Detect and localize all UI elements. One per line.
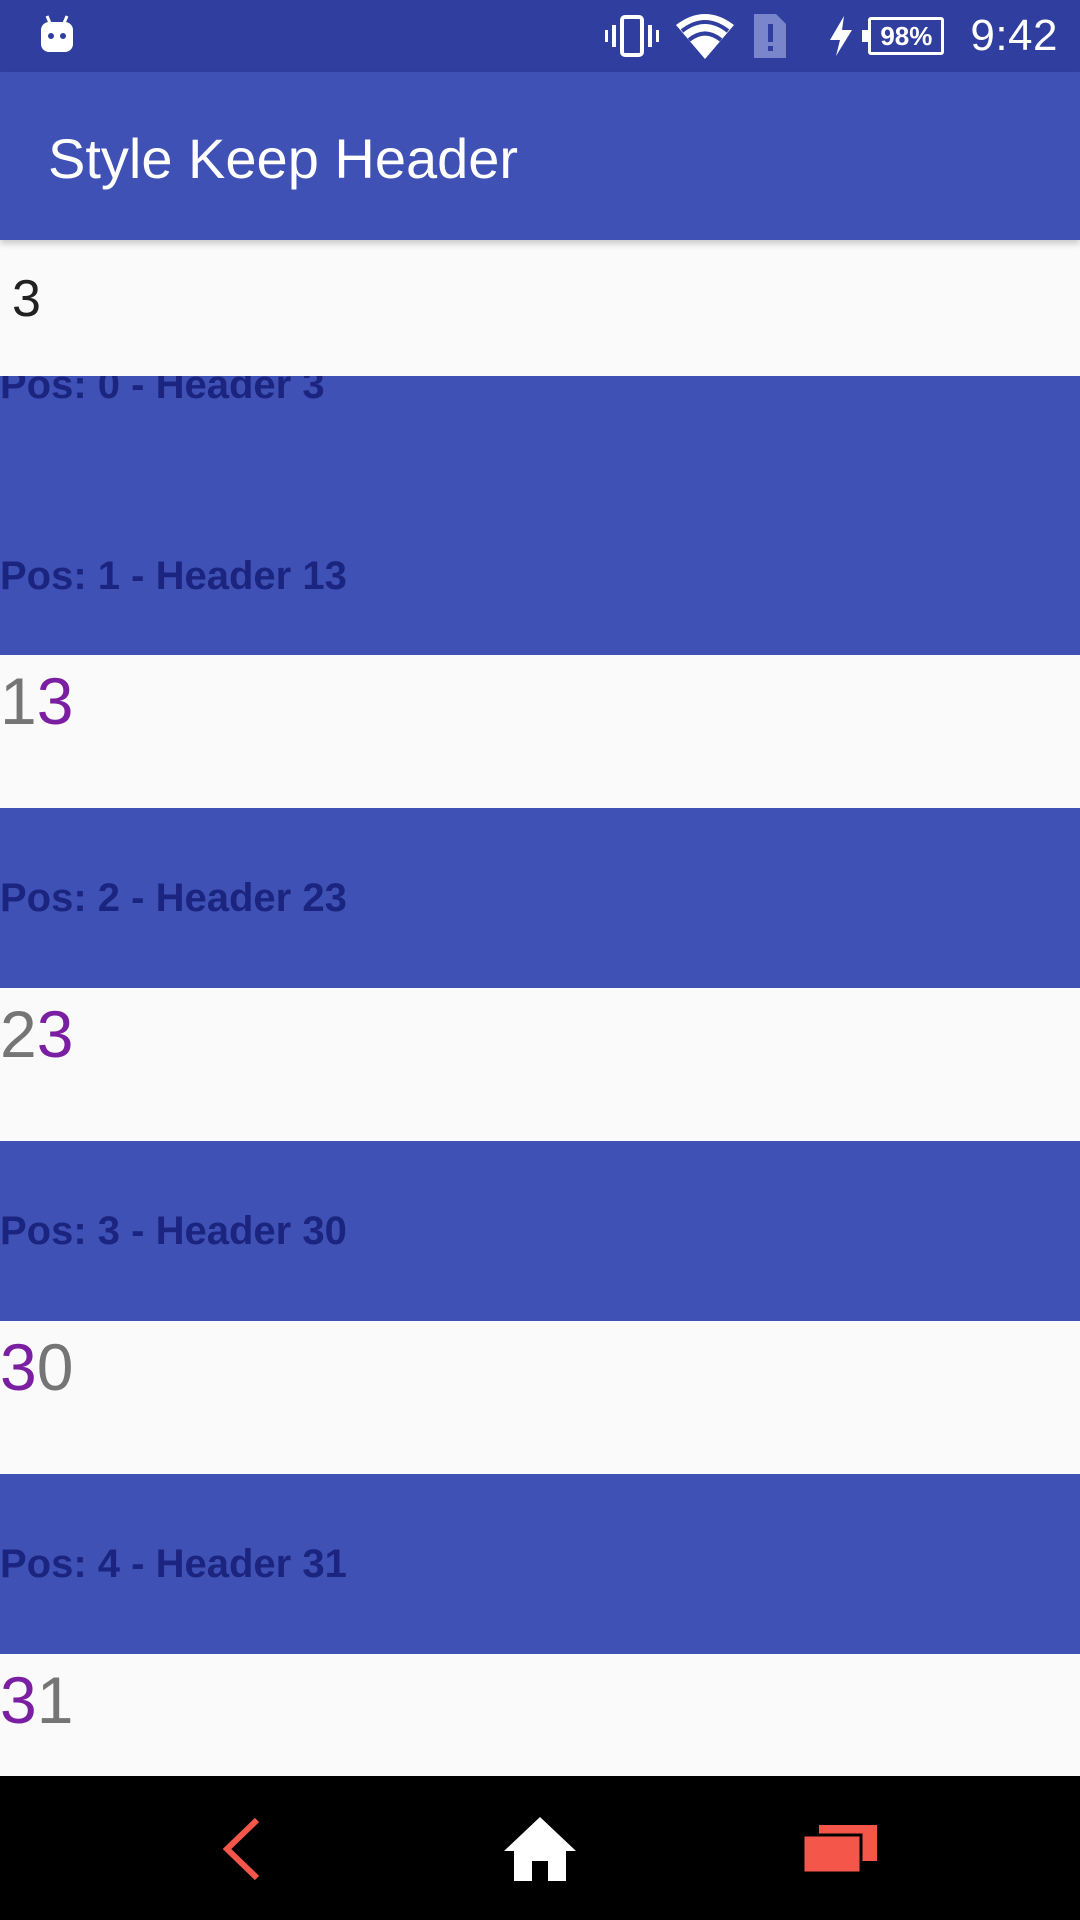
header-label: Pos: 2 - Header 23 (0, 876, 347, 920)
recents-icon (801, 1823, 879, 1880)
recents-button[interactable] (800, 1816, 880, 1886)
item-text: 13 (0, 664, 74, 738)
clock: 9:42 (970, 11, 1058, 60)
header-label: Pos: 1 - Header 13 (0, 554, 347, 598)
header-label: Pos: 3 - Header 30 (0, 1209, 347, 1253)
list-item[interactable]: 23 (0, 988, 1080, 1140)
battery-icon: 98% (862, 17, 945, 55)
back-icon (217, 1816, 267, 1887)
home-button[interactable] (500, 1816, 580, 1886)
item-text: 30 (0, 1330, 74, 1404)
app-bar: Style Keep Header (0, 72, 1080, 240)
list-header[interactable]: Pos: 4 - Header 31 (0, 1474, 1080, 1654)
home-icon (502, 1815, 578, 1888)
list-item[interactable]: 31 (0, 1654, 1080, 1776)
list-item[interactable]: 13 (0, 655, 1080, 807)
list-header[interactable]: Pos: 3 - Header 30 (0, 1141, 1080, 1321)
item-text: 23 (0, 997, 74, 1071)
list-header[interactable]: Pos: 2 - Header 23 (0, 808, 1080, 988)
match-highlight: 3 (0, 1663, 37, 1737)
back-button[interactable] (202, 1816, 282, 1886)
page-title: Style Keep Header (48, 127, 519, 190)
battery-level: 98% (880, 20, 933, 51)
list-item[interactable]: 30 (0, 1321, 1080, 1473)
navigation-bar (0, 1776, 1080, 1920)
sim-alert-icon (750, 10, 790, 62)
match-highlight: 3 (36, 664, 74, 738)
match-highlight: 3 (0, 1330, 37, 1404)
header-label: Pos: 4 - Header 31 (0, 1542, 347, 1586)
header-list[interactable]: Pos: 0 - Header 3 Pos: 1 - Header 13 13 … (0, 376, 1080, 1776)
header-label: Pos: 0 - Header 3 (0, 376, 325, 407)
wifi-icon (674, 11, 736, 61)
status-bar: 98% 9:42 (0, 0, 1080, 72)
match-highlight: 3 (36, 997, 74, 1071)
item-text: 31 (0, 1663, 74, 1737)
list-header[interactable]: Pos: 1 - Header 13 (0, 486, 1080, 666)
charging-icon (828, 14, 854, 58)
vibrate-icon (604, 13, 660, 59)
android-debug-icon (38, 14, 76, 54)
filter-input[interactable] (12, 264, 1068, 334)
filter-area (0, 240, 1080, 376)
